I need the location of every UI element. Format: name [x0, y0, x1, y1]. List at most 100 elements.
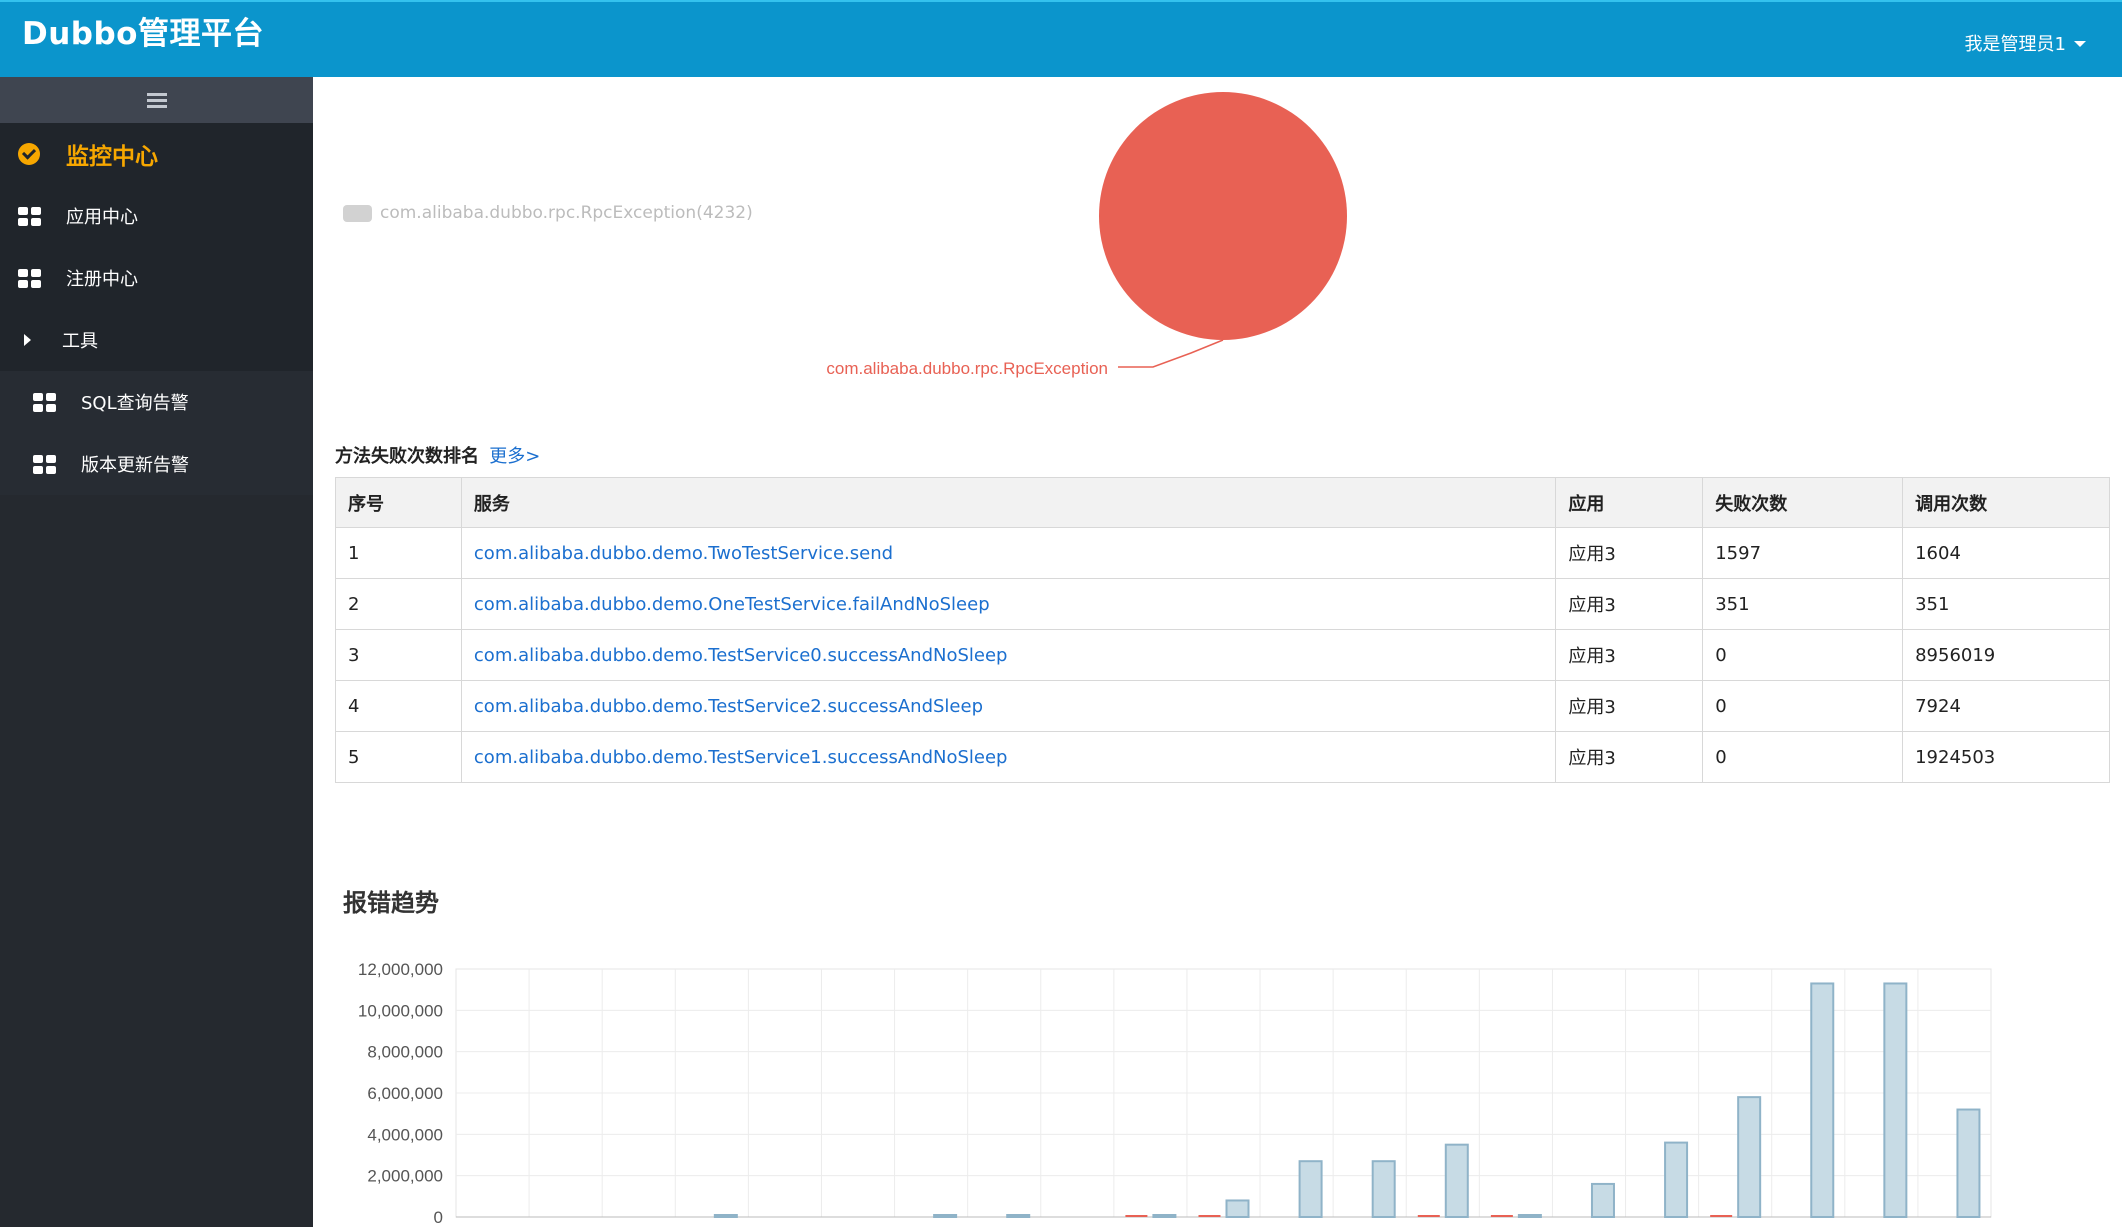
bar-series-0 [1125, 1215, 1148, 1217]
call-count-cell: 351 [1902, 578, 2110, 630]
legend-swatch [343, 204, 372, 222]
column-header: 服务 [460, 477, 1557, 528]
sidebar-item-label: 注册中心 [66, 269, 138, 290]
column-header: 应用 [1555, 477, 1704, 528]
bar-series-1 [1664, 1141, 1689, 1219]
error-trend-chart: 12,000,000 10,000,000 8,000,000 6,000,000 4,… [358, 960, 1992, 1227]
fail-count-cell: 351 [1702, 578, 1904, 630]
sidebar-item-tools[interactable]: 工具 [0, 309, 313, 371]
grid-icon [18, 268, 41, 288]
grid-icon [33, 392, 56, 412]
app-cell: 应用3 [1555, 629, 1704, 681]
ranking-title: 方法失败次数排名 更多> [335, 442, 540, 468]
call-count-cell: 7924 [1902, 680, 2110, 732]
y-tick-label: 12,000,000 [358, 960, 443, 979]
sidebar-submenu: SQL查询告警 版本更新告警 [0, 371, 313, 495]
failure-ranking-table: 序号 服务 应用 失败次数 调用次数 1 com.alibaba.dubbo.d… [335, 477, 2110, 783]
table-row: 2 com.alibaba.dubbo.demo.OneTestService.… [335, 578, 2110, 630]
bar-series-1 [1298, 1160, 1323, 1218]
table-row: 4 com.alibaba.dubbo.demo.TestService2.su… [335, 680, 2110, 732]
legend-label: com.alibaba.dubbo.rpc.RpcException(4232) [380, 203, 753, 223]
sidebar-item-registry[interactable]: 注册中心 [0, 247, 313, 309]
brand-title[interactable]: Dubbo管理平台 [22, 8, 264, 53]
user-name: 我是管理员1 [1964, 34, 2066, 55]
sidebar-item-label: 版本更新告警 [81, 455, 189, 476]
grid-icon [33, 454, 56, 474]
service-link[interactable]: com.alibaba.dubbo.demo.TestService2.succ… [460, 680, 1557, 732]
bar-series-1 [1590, 1182, 1615, 1218]
rank-cell: 4 [335, 680, 462, 732]
fail-count-cell: 1597 [1702, 527, 1904, 579]
service-link[interactable]: com.alibaba.dubbo.demo.TestService0.succ… [460, 629, 1557, 681]
check-circle-icon [18, 143, 40, 165]
bar-series-1 [933, 1214, 958, 1218]
sidebar-item-label: 监控中心 [66, 144, 158, 170]
y-tick-label: 2,000,000 [367, 1167, 443, 1186]
service-link[interactable]: com.alibaba.dubbo.demo.TwoTestService.se… [460, 527, 1557, 579]
user-menu[interactable]: 我是管理员1 [1965, 30, 2086, 56]
column-header: 序号 [335, 477, 462, 528]
table-header-row: 序号 服务 应用 失败次数 调用次数 [335, 477, 2110, 528]
call-count-cell: 1924503 [1902, 731, 2110, 783]
app-cell: 应用3 [1555, 680, 1704, 732]
bar-series-0 [1490, 1215, 1513, 1217]
sidebar-toggle-button[interactable] [0, 77, 313, 123]
sidebar-item-apps[interactable]: 应用中心 [0, 185, 313, 247]
bar-series-1 [1956, 1108, 1981, 1219]
caret-right-icon [24, 334, 31, 346]
app-cell: 应用3 [1555, 578, 1704, 630]
bar-series-1 [1517, 1214, 1542, 1218]
bar-series-1 [1810, 982, 1835, 1219]
bar-series-1 [1371, 1160, 1396, 1218]
y-tick-label: 4,000,000 [367, 1125, 443, 1144]
bar-series-1 [1152, 1214, 1177, 1218]
bar-series-1 [1006, 1214, 1031, 1218]
sidebar-item-sql-alert[interactable]: SQL查询告警 [0, 371, 313, 433]
sidebar-item-monitor[interactable]: 监控中心 [0, 123, 313, 185]
fail-count-cell: 0 [1702, 629, 1904, 681]
sidebar-item-label: SQL查询告警 [81, 393, 189, 414]
pie-chart: com.alibaba.dubbo.rpc.RpcException [826, 92, 1347, 378]
menu-icon [146, 92, 167, 108]
ranking-title-text: 方法失败次数排名 [335, 446, 479, 467]
table-row: 5 com.alibaba.dubbo.demo.TestService1.su… [335, 731, 2110, 783]
bar-series-1 [1883, 982, 1908, 1219]
column-header: 失败次数 [1702, 477, 1904, 528]
y-tick-label: 10,000,000 [358, 1001, 443, 1020]
bar-series-0 [1417, 1215, 1440, 1217]
sidebar-item-label: 应用中心 [66, 207, 138, 228]
rank-cell: 5 [335, 731, 462, 783]
top-navbar: Dubbo管理平台 我是管理员1 [0, 0, 2122, 77]
bar-series-1 [1737, 1096, 1762, 1218]
bar-series-0 [1710, 1215, 1733, 1217]
rank-cell: 1 [335, 527, 462, 579]
y-tick-label: 0 [434, 1208, 443, 1227]
pie-legend-item[interactable]: com.alibaba.dubbo.rpc.RpcException(4232) [343, 203, 753, 223]
main-content: com.alibaba.dubbo.rpc.RpcException com.a… [313, 77, 2122, 1227]
app-cell: 应用3 [1555, 527, 1704, 579]
app-cell: 应用3 [1555, 731, 1704, 783]
call-count-cell: 1604 [1902, 527, 2110, 579]
y-tick-label: 6,000,000 [367, 1084, 443, 1103]
pie-slice-label: com.alibaba.dubbo.rpc.RpcException [826, 359, 1108, 378]
sidebar-item-label: 工具 [62, 331, 98, 352]
sidebar-menu: 监控中心 应用中心 注册中心 工具 [0, 123, 313, 371]
call-count-cell: 8956019 [1902, 629, 2110, 681]
pie-label-line [1118, 339, 1224, 368]
trend-title: 报错趋势 [343, 889, 439, 917]
bar-series-1 [713, 1214, 738, 1218]
more-link[interactable]: 更多> [489, 446, 540, 467]
chevron-down-icon [2074, 41, 2086, 47]
service-link[interactable]: com.alibaba.dubbo.demo.TestService1.succ… [460, 731, 1557, 783]
fail-count-cell: 0 [1702, 680, 1904, 732]
grid-icon [18, 206, 41, 226]
sidebar-item-version-alert[interactable]: 版本更新告警 [0, 433, 313, 495]
bar-series-1 [1225, 1199, 1250, 1219]
rank-cell: 2 [335, 578, 462, 630]
column-header: 调用次数 [1902, 477, 2110, 528]
rank-cell: 3 [335, 629, 462, 681]
bar-series-0 [1198, 1215, 1221, 1217]
table-row: 3 com.alibaba.dubbo.demo.TestService0.su… [335, 629, 2110, 681]
service-link[interactable]: com.alibaba.dubbo.demo.OneTestService.fa… [460, 578, 1557, 630]
pie-slice[interactable] [1099, 92, 1347, 340]
